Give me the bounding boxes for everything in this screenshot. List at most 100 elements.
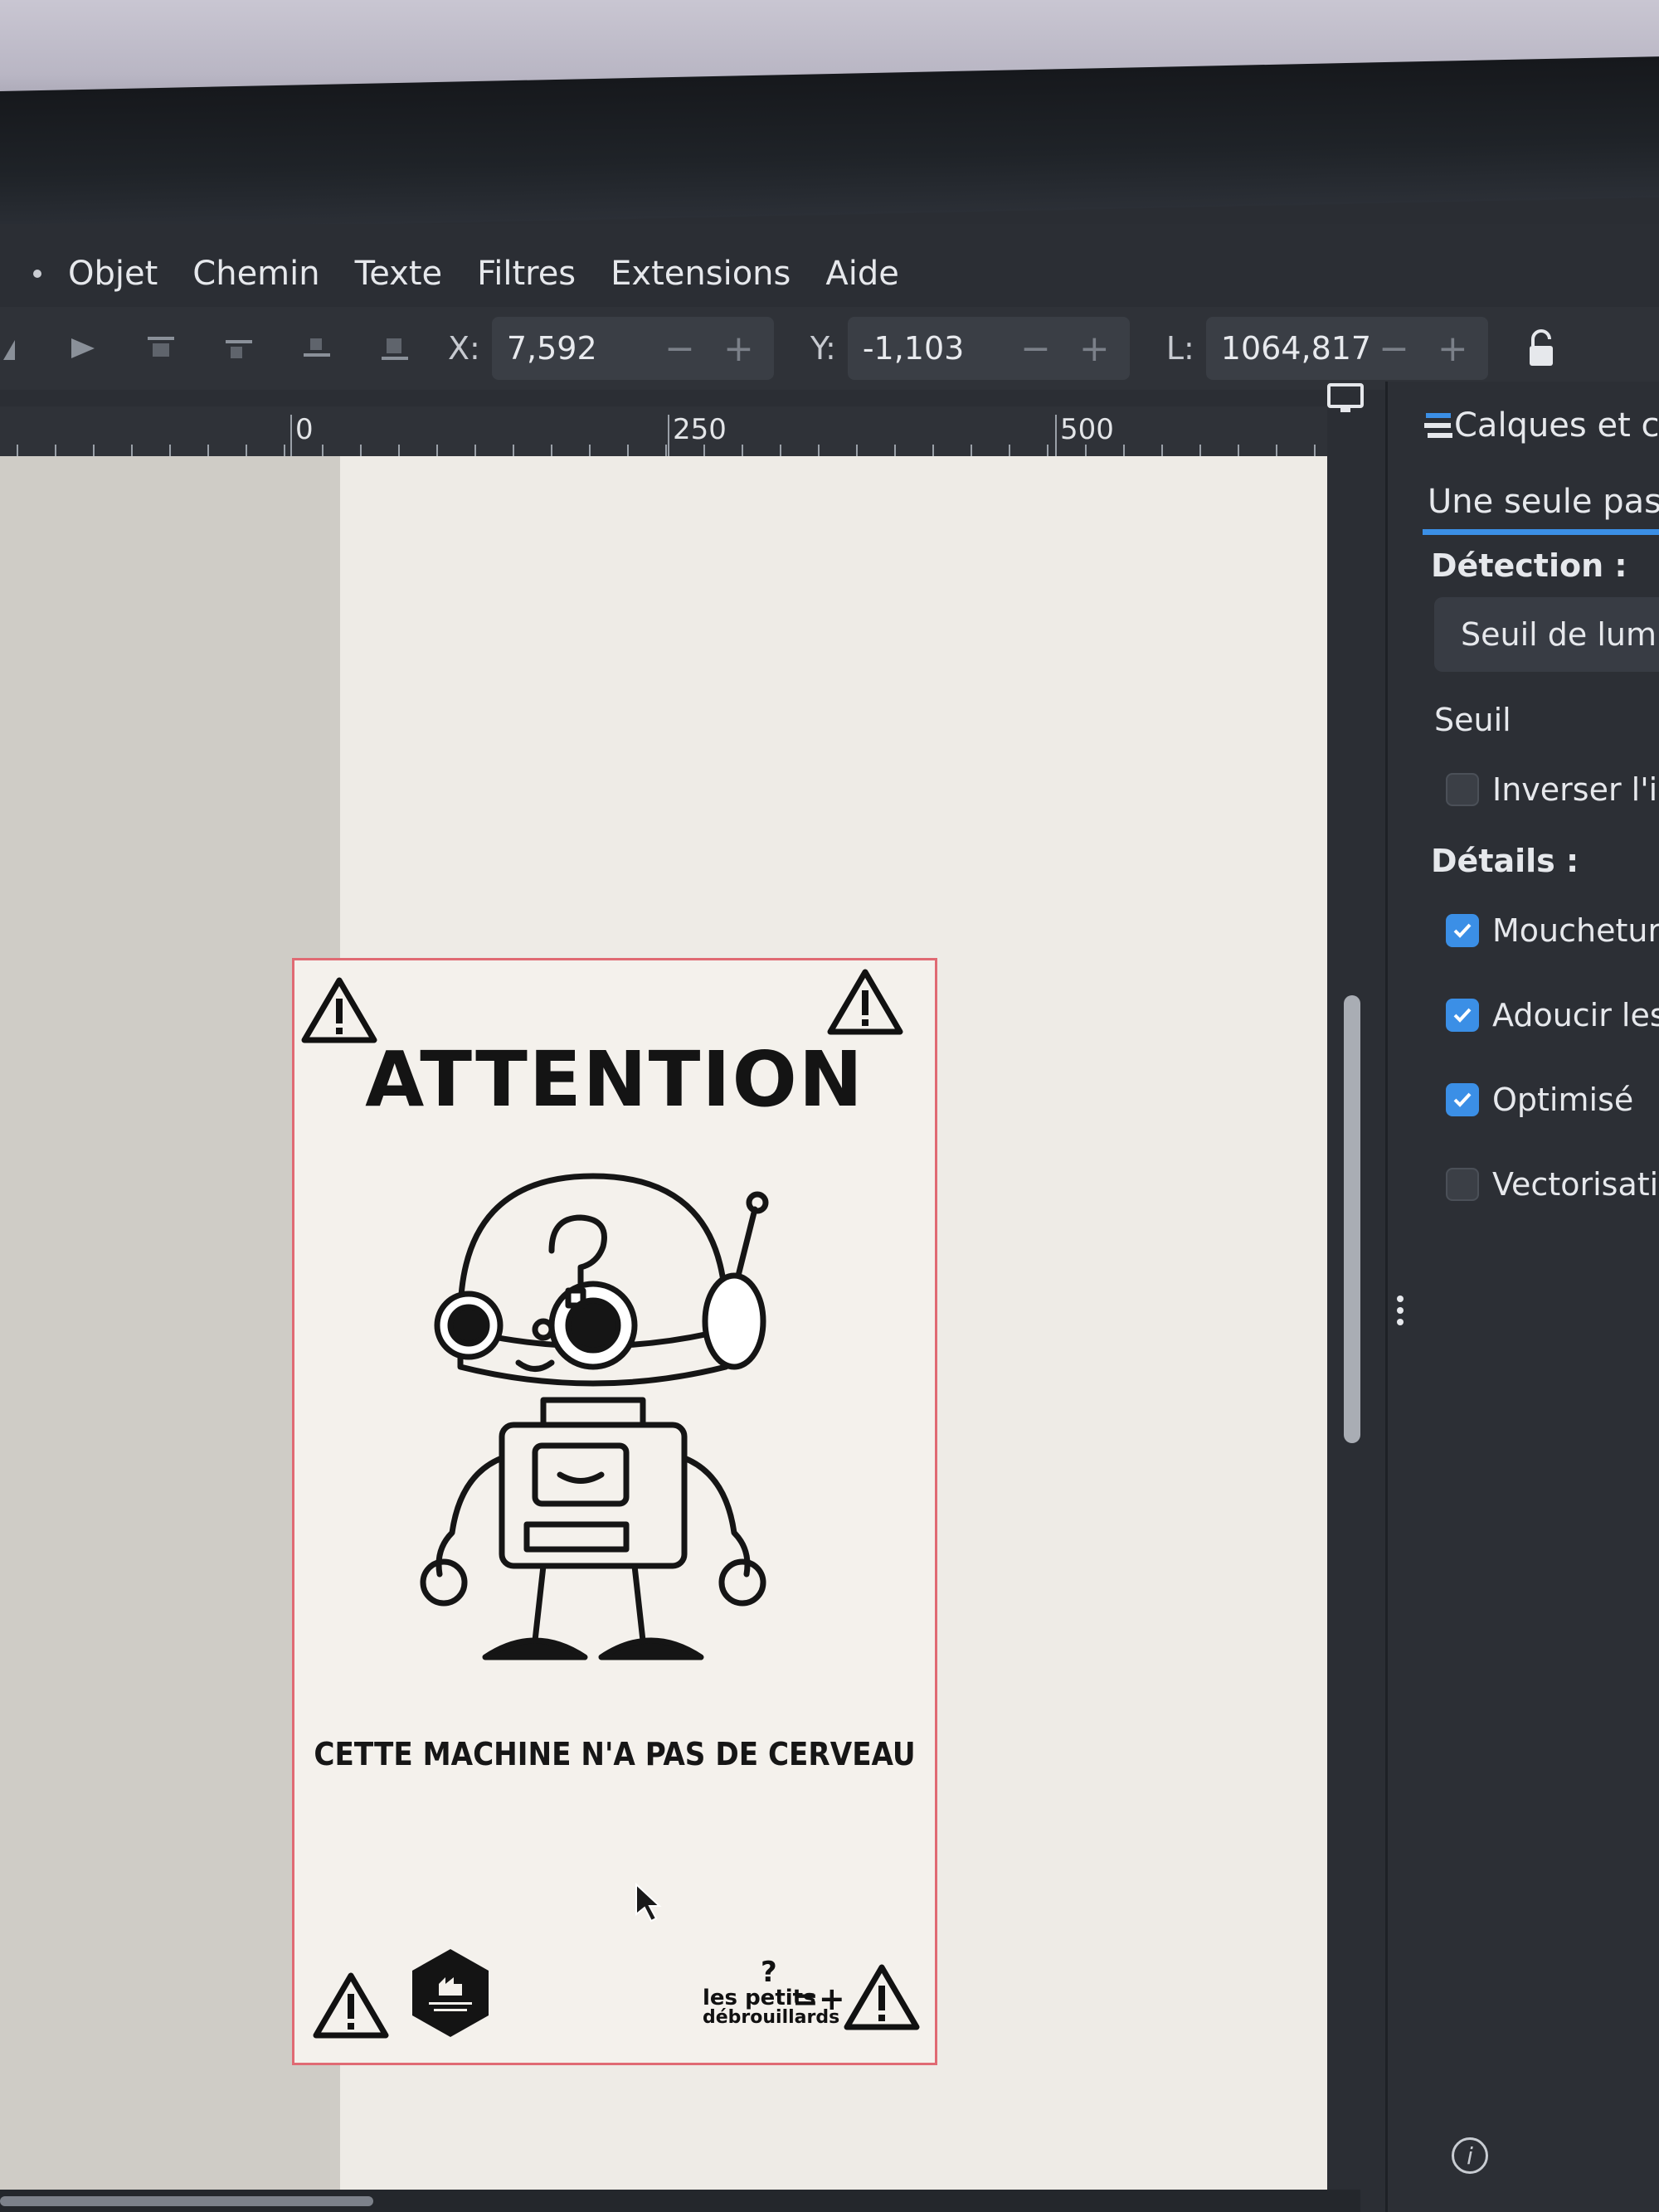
- ruler-minor-tick: [207, 445, 209, 456]
- speckles-label: Moucheture: [1492, 912, 1659, 949]
- invert-image-option[interactable]: Inverser l'im: [1446, 771, 1659, 808]
- sign-artwork[interactable]: ATTENTION CETTE MACHINE N'A PAS DE CERVE…: [292, 958, 937, 2065]
- ruler-minor-tick: [856, 445, 858, 456]
- display-mode-icon[interactable]: [1326, 382, 1365, 415]
- canvas-vertical-scrollbar[interactable]: [1344, 995, 1360, 1443]
- horizontal-ruler[interactable]: 0 250 500: [0, 406, 1327, 458]
- panel-resize-grip-icon[interactable]: [1395, 1294, 1405, 1327]
- horizontal-scrollbar[interactable]: [0, 2196, 373, 2206]
- ruler-minor-tick: [627, 445, 629, 456]
- checkmark-icon: [1453, 1092, 1472, 1107]
- ruler-minor-tick: [1085, 445, 1087, 456]
- vectorization-checkbox[interactable]: [1446, 1168, 1479, 1201]
- smooth-corners-checkbox[interactable]: [1446, 999, 1479, 1032]
- ruler-minor-tick: [551, 445, 552, 456]
- sign-tagline: CETTE MACHINE N'A PAS DE CERVEAU: [314, 1736, 916, 1772]
- invert-image-label: Inverser l'im: [1492, 771, 1659, 808]
- details-heading: Détails :: [1431, 843, 1579, 879]
- lower-icon[interactable]: [300, 332, 333, 365]
- speckles-option[interactable]: Moucheture: [1446, 912, 1659, 949]
- ruler-major-tick: [668, 415, 669, 456]
- y-label: Y:: [810, 330, 836, 367]
- detection-heading: Détection :: [1431, 547, 1627, 584]
- invert-image-checkbox[interactable]: [1446, 773, 1479, 806]
- warning-triangle-icon: [827, 969, 903, 1035]
- info-button[interactable]: i: [1452, 2137, 1488, 2174]
- ruler-minor-tick: [894, 445, 896, 456]
- raise-icon[interactable]: [222, 332, 255, 365]
- checkmark-icon: [1453, 923, 1472, 938]
- panel-title[interactable]: Calques et c: [1454, 406, 1659, 445]
- ruler-minor-tick: [1314, 445, 1316, 456]
- menu-item-filtres[interactable]: Filtres: [477, 255, 576, 293]
- optimize-label: Optimisé: [1492, 1082, 1634, 1118]
- ruler-minor-tick: [665, 445, 667, 456]
- ruler-minor-tick: [742, 445, 743, 456]
- menu-item-extensions[interactable]: Extensions: [611, 255, 791, 293]
- optimize-option[interactable]: Optimisé: [1446, 1082, 1633, 1118]
- ruler-minor-tick: [169, 445, 171, 456]
- speckles-checkbox[interactable]: [1446, 914, 1479, 947]
- menu-item-aide[interactable]: Aide: [825, 255, 898, 293]
- ruler-mark-0: 0: [295, 413, 314, 446]
- width-stepper[interactable]: − +: [1379, 328, 1477, 370]
- ruler-minor-tick: [17, 445, 18, 456]
- x-value[interactable]: 7,592: [507, 330, 597, 367]
- ruler-minor-tick: [1047, 445, 1048, 456]
- ruler-minor-tick: [589, 445, 591, 456]
- y-field[interactable]: -1,103 − +: [847, 317, 1130, 380]
- vectorization-option[interactable]: Vectorisatio: [1446, 1166, 1659, 1203]
- robot-illustration: [420, 1173, 769, 1660]
- menu-item-chemin[interactable]: Chemin: [192, 255, 319, 293]
- ruler-minor-tick: [1009, 445, 1010, 456]
- sign-title: ATTENTION: [365, 1035, 864, 1124]
- ruler-minor-tick: [474, 445, 476, 456]
- ruler-minor-tick: [513, 445, 514, 456]
- menu-item-objet[interactable]: Objet: [68, 255, 158, 293]
- y-stepper[interactable]: − +: [1020, 328, 1118, 370]
- ruler-minor-tick: [398, 445, 400, 456]
- lock-ratio-icon[interactable]: [1525, 328, 1558, 369]
- flip-vertical-icon[interactable]: [66, 332, 100, 365]
- ruler-minor-tick: [971, 445, 972, 456]
- warning-triangle-icon: [844, 1964, 920, 2030]
- threshold-label: Seuil: [1434, 702, 1511, 738]
- y-value[interactable]: -1,103: [863, 330, 965, 367]
- smooth-corners-label: Adoucir les: [1492, 997, 1659, 1033]
- logo-plus-symbol: =+: [792, 1981, 845, 2017]
- ruler-minor-tick: [93, 445, 95, 456]
- drawing-canvas[interactable]: ATTENTION CETTE MACHINE N'A PAS DE CERVE…: [0, 456, 1327, 2198]
- tab-single-pass[interactable]: Une seule pass: [1428, 483, 1659, 521]
- tool-controls-bar: X: 7,592 − + Y: -1,103 − + L: 1064,817 −…: [0, 307, 1659, 390]
- logo-question-mark: ?: [761, 1956, 777, 1989]
- lower-to-bottom-icon[interactable]: [378, 332, 411, 365]
- width-field[interactable]: 1064,817 − +: [1205, 317, 1488, 380]
- petits-debrouillards-logo: ? les petits débrouillards =+: [703, 1956, 845, 2039]
- raise-to-top-icon[interactable]: [144, 332, 178, 365]
- ruler-major-tick: [1055, 415, 1057, 456]
- trace-bitmap-panel: Calques et c Une seule pass Détection : …: [1385, 382, 1659, 2212]
- ruler-minor-tick: [436, 445, 438, 456]
- ruler-mark-250: 250: [673, 413, 727, 446]
- ruler-mark-500: 500: [1060, 413, 1114, 446]
- flip-horizontal-icon[interactable]: [0, 332, 33, 365]
- ruler-minor-tick: [55, 445, 56, 456]
- ruler-minor-tick: [360, 445, 362, 456]
- optimize-checkbox[interactable]: [1446, 1083, 1479, 1116]
- menu-item-texte[interactable]: Texte: [355, 255, 443, 293]
- mouse-pointer-icon: [635, 1883, 662, 1923]
- fabrique-logo: [412, 1949, 489, 2037]
- ruler-minor-tick: [932, 445, 934, 456]
- x-field[interactable]: 7,592 − +: [491, 317, 774, 380]
- ruler-minor-tick: [1161, 445, 1163, 456]
- warning-triangle-icon: [313, 1972, 389, 2039]
- ruler-minor-tick: [1199, 445, 1201, 456]
- menu-overflow-dot: [33, 270, 41, 278]
- smooth-corners-option[interactable]: Adoucir les: [1446, 997, 1659, 1033]
- checkmark-icon: [1453, 1008, 1472, 1023]
- detection-mode-select[interactable]: Seuil de lumin: [1434, 597, 1659, 672]
- warning-triangle-icon: [301, 977, 377, 1043]
- ruler-minor-tick: [703, 445, 705, 456]
- width-value[interactable]: 1064,817: [1221, 330, 1371, 367]
- x-stepper[interactable]: − +: [664, 328, 762, 370]
